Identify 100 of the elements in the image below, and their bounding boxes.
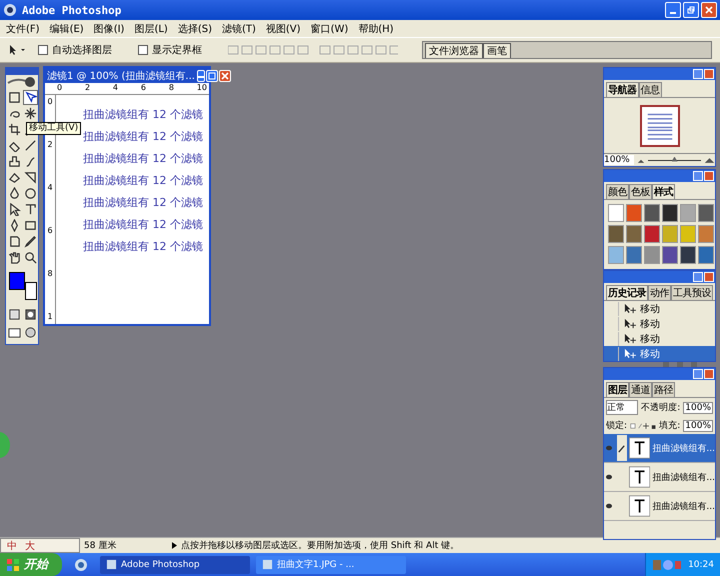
- triangle-icon[interactable]: [172, 542, 177, 549]
- tool-button[interactable]: [23, 90, 38, 105]
- menu-item[interactable]: 帮助(H): [355, 22, 397, 36]
- style-swatch[interactable]: [644, 246, 660, 264]
- palette-well-tab[interactable]: 文件浏览器: [425, 43, 483, 58]
- palette-tab[interactable]: 路径: [652, 382, 675, 397]
- style-swatch[interactable]: [626, 204, 642, 222]
- palette-tab[interactable]: 图层: [606, 382, 629, 397]
- minimize-button[interactable]: [693, 272, 703, 282]
- background-color-swatch[interactable]: [25, 282, 37, 300]
- palette-well-tab[interactable]: 画笔: [483, 43, 511, 58]
- tool-icon: [8, 171, 21, 184]
- layer-row[interactable]: 扭曲滤镜组有...: [604, 434, 715, 463]
- close-button[interactable]: [701, 2, 717, 18]
- zoom-in-icon[interactable]: [704, 156, 715, 164]
- tool-button[interactable]: [7, 186, 22, 201]
- tool-button[interactable]: [7, 154, 22, 169]
- close-button[interactable]: [704, 369, 714, 379]
- palette-tab[interactable]: 动作: [648, 285, 671, 300]
- slider-thumb[interactable]: [672, 156, 678, 162]
- tool-button[interactable]: [23, 186, 38, 201]
- minimize-button[interactable]: [693, 171, 703, 181]
- style-swatch[interactable]: [680, 204, 696, 222]
- menu-item[interactable]: 视图(V): [262, 22, 304, 36]
- palette-tab[interactable]: 通道: [629, 382, 652, 397]
- palette-tab[interactable]: 信息: [638, 82, 662, 97]
- style-swatch[interactable]: [698, 204, 714, 222]
- layer-row[interactable]: 扭曲滤镜组有...: [604, 463, 715, 492]
- checkbox[interactable]: [38, 45, 48, 55]
- style-swatch[interactable]: [662, 204, 678, 222]
- maximize-button[interactable]: [206, 70, 218, 82]
- style-swatch[interactable]: [644, 225, 660, 243]
- style-swatch[interactable]: [662, 246, 678, 264]
- input-method-label[interactable]: 大: [25, 538, 35, 552]
- close-button[interactable]: [704, 272, 714, 282]
- style-swatch[interactable]: [626, 246, 642, 264]
- restore-button[interactable]: [683, 2, 699, 18]
- tool-button[interactable]: [23, 170, 38, 185]
- tool-button[interactable]: [23, 106, 38, 121]
- zoom-field[interactable]: 100%: [604, 155, 634, 165]
- style-swatch[interactable]: [608, 246, 624, 264]
- tool-button[interactable]: [7, 250, 22, 265]
- foreground-color-swatch[interactable]: [9, 272, 25, 290]
- history-item[interactable]: 移动: [604, 316, 715, 331]
- menu-item[interactable]: 滤镜(T): [218, 22, 259, 36]
- taskbar-button[interactable]: 扭曲文字1.JPG - ...: [256, 556, 406, 574]
- palette-tab[interactable]: 历史记录: [606, 285, 648, 300]
- history-item[interactable]: 移动: [604, 346, 715, 361]
- close-button[interactable]: [704, 171, 714, 181]
- style-swatch[interactable]: [644, 204, 660, 222]
- taskbar-button[interactable]: Adobe Photoshop: [100, 556, 250, 574]
- browser-icon[interactable]: [74, 558, 88, 572]
- style-swatch[interactable]: [608, 204, 624, 222]
- close-button[interactable]: [218, 70, 231, 82]
- minimize-button[interactable]: [665, 2, 681, 18]
- layer-row[interactable]: 扭曲滤镜组有...: [604, 492, 715, 521]
- close-button[interactable]: [704, 69, 714, 79]
- tool-button[interactable]: [23, 250, 38, 265]
- lock-icons-drawing[interactable]: [630, 422, 656, 430]
- standard-mode-button[interactable]: [7, 307, 22, 322]
- style-swatch[interactable]: [698, 225, 714, 243]
- tool-button[interactable]: [7, 202, 22, 217]
- menu-item[interactable]: 窗口(W): [308, 22, 352, 36]
- tool-button[interactable]: [23, 218, 38, 233]
- menu-item[interactable]: 图像(I): [90, 22, 128, 36]
- minimize-button[interactable]: [693, 69, 703, 79]
- jump-button[interactable]: [23, 325, 38, 340]
- opacity-field[interactable]: 100%: [683, 402, 713, 414]
- quick-mask-button[interactable]: [23, 307, 38, 322]
- menu-item[interactable]: 图层(L): [131, 22, 171, 36]
- style-swatch[interactable]: [680, 225, 696, 243]
- style-swatch[interactable]: [662, 225, 678, 243]
- minimize-button[interactable]: [196, 70, 205, 82]
- tool-button[interactable]: [23, 138, 38, 153]
- history-item[interactable]: 移动: [604, 301, 715, 316]
- tool-button[interactable]: [7, 170, 22, 185]
- tool-button[interactable]: [7, 234, 22, 249]
- palette-tab[interactable]: 导航器: [606, 82, 638, 97]
- style-swatch[interactable]: [626, 225, 642, 243]
- palette-tab[interactable]: 色板: [629, 184, 652, 199]
- input-method-label[interactable]: 中: [7, 538, 17, 552]
- style-swatch[interactable]: [608, 225, 624, 243]
- tool-button[interactable]: [7, 90, 22, 105]
- minimize-button[interactable]: [693, 369, 703, 379]
- checkbox[interactable]: [138, 45, 148, 55]
- palette-tab[interactable]: 样式: [652, 184, 675, 199]
- blend-mode-dropdown[interactable]: 正常: [606, 400, 638, 415]
- tool-button[interactable]: [7, 122, 22, 137]
- menu-item[interactable]: 编辑(E): [46, 22, 87, 36]
- menu-item[interactable]: 选择(S): [174, 22, 215, 36]
- style-swatch[interactable]: [680, 246, 696, 264]
- palette-tab[interactable]: 工具预设: [671, 285, 713, 300]
- move-tool-icon[interactable]: [8, 44, 28, 56]
- tray-icons-drawing: [652, 558, 682, 570]
- palette-tab[interactable]: 颜色: [606, 184, 629, 199]
- tool-button[interactable]: [23, 234, 38, 249]
- fill-field[interactable]: 100%: [683, 420, 713, 432]
- style-swatch[interactable]: [698, 246, 714, 264]
- tool-button[interactable]: [23, 202, 38, 217]
- menu-item[interactable]: 文件(F): [3, 22, 43, 36]
